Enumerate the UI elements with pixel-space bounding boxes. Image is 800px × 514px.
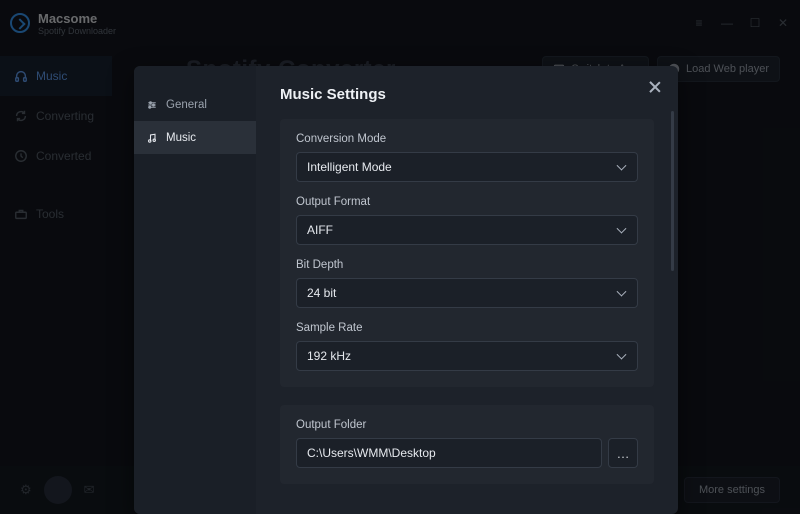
label-output-folder: Output Folder (296, 419, 638, 431)
tab-label: Music (166, 132, 196, 144)
close-icon[interactable] (648, 80, 662, 94)
sliders-icon (146, 99, 158, 111)
select-bit-depth[interactable]: 24 bit (296, 278, 638, 308)
tab-general[interactable]: General (134, 88, 256, 121)
modal-title: Music Settings (280, 86, 654, 103)
settings-modal: General Music Music Settings Conversion … (134, 66, 678, 514)
music-settings-panel: Conversion Mode Intelligent Mode Output … (280, 119, 654, 387)
input-output-folder[interactable]: C:\Users\WMM\Desktop (296, 438, 602, 468)
browse-folder-button[interactable]: … (608, 438, 638, 468)
music-note-icon (146, 132, 158, 144)
label-bit-depth: Bit Depth (296, 259, 638, 271)
scrollbar[interactable] (671, 111, 674, 271)
output-folder-panel: Output Folder C:\Users\WMM\Desktop … (280, 405, 654, 484)
select-output-format[interactable]: AIFF (296, 215, 638, 245)
select-sample-rate[interactable]: 192 kHz (296, 341, 638, 371)
label-output-format: Output Format (296, 196, 638, 208)
tab-label: General (166, 99, 207, 111)
label-conversion-mode: Conversion Mode (296, 133, 638, 145)
select-conversion-mode[interactable]: Intelligent Mode (296, 152, 638, 182)
label-sample-rate: Sample Rate (296, 322, 638, 334)
tab-music[interactable]: Music (134, 121, 256, 154)
